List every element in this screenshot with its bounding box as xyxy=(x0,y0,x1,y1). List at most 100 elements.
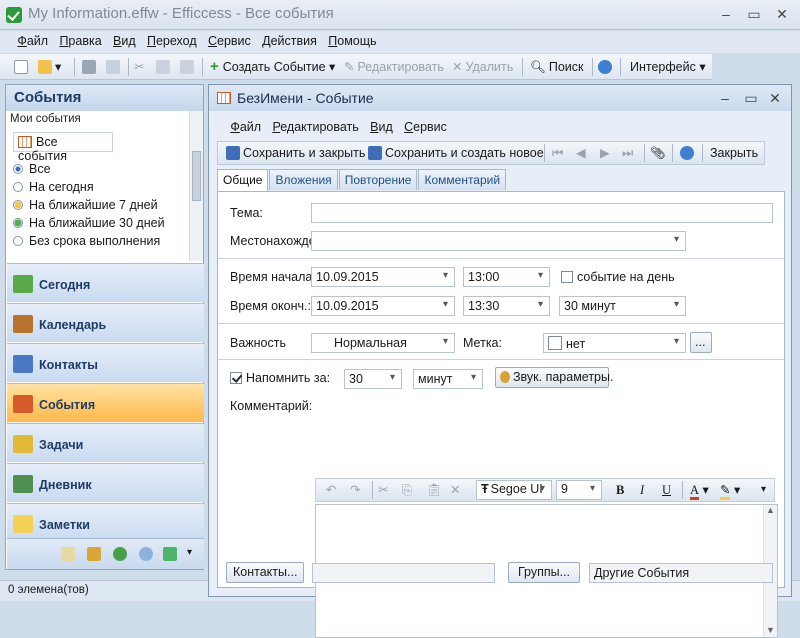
contacts-field[interactable] xyxy=(312,563,495,583)
event-menu-tools[interactable]: Сервис xyxy=(400,117,451,137)
nav-contacts[interactable]: Контакты xyxy=(7,343,204,382)
nav-calendar[interactable]: Календарь xyxy=(7,303,204,342)
nav-today[interactable]: Сегодня xyxy=(7,263,204,302)
radio-icon xyxy=(13,236,23,246)
toolbar-options-icon[interactable]: ▾ xyxy=(761,480,766,500)
clear-icon[interactable]: ✕ xyxy=(450,480,460,500)
tab-general[interactable]: Общие xyxy=(217,169,269,192)
redo-icon[interactable]: ↷ xyxy=(350,480,360,500)
start-date-dropdown[interactable]: 10.09.2015 xyxy=(311,267,455,287)
first-record-icon[interactable]: ⏮ xyxy=(552,143,563,163)
cut-icon[interactable]: ✂ xyxy=(134,57,144,77)
tag-more-button[interactable]: ... xyxy=(690,332,712,353)
underline-button[interactable]: U xyxy=(662,480,671,500)
all-events-item[interactable]: Все события xyxy=(13,132,113,163)
print-preview-icon[interactable] xyxy=(106,57,123,77)
groups-button[interactable]: Группы... xyxy=(508,562,580,583)
event-minimize-button[interactable]: – xyxy=(711,88,739,108)
event-menu-file[interactable]: Файл xyxy=(226,117,265,137)
attach-icon[interactable]: 📎︎ xyxy=(650,143,666,163)
refresh-icon[interactable] xyxy=(163,547,177,561)
tag-dropdown[interactable]: нет xyxy=(543,333,686,353)
subject-input[interactable] xyxy=(311,203,773,223)
highlight-icon[interactable]: ✎ ▾ xyxy=(720,480,740,500)
duration-dropdown[interactable]: 30 минут xyxy=(559,296,686,316)
sound-settings-button[interactable]: Звук. параметры. xyxy=(495,367,613,388)
tab-attachments[interactable]: Вложения xyxy=(269,169,338,190)
remind-checkbox[interactable]: Напомнить за: xyxy=(230,371,330,385)
font-name-dropdown[interactable]: Ŧ Segoe UI xyxy=(476,480,552,500)
remind-value-dropdown[interactable]: 30 xyxy=(344,369,402,389)
nav-tasks[interactable]: Задачи xyxy=(7,423,204,462)
copy-icon[interactable] xyxy=(156,57,173,77)
menu-file[interactable]: Файл xyxy=(13,31,52,51)
save-new-icon xyxy=(368,146,382,160)
font-size-dropdown[interactable]: 9 xyxy=(556,480,602,500)
delete-button[interactable]: ✕ Удалить xyxy=(452,57,513,77)
start-time-dropdown[interactable]: 13:00 xyxy=(463,267,550,287)
maximize-button[interactable]: ▭ xyxy=(740,4,768,24)
prev-record-icon[interactable]: ◀ xyxy=(576,143,586,163)
close-button[interactable]: ✕ xyxy=(768,4,796,24)
print-icon[interactable] xyxy=(82,57,99,77)
sidebar-scrollbar[interactable] xyxy=(189,111,203,261)
contacts-button[interactable]: Контакты... xyxy=(226,562,304,583)
menu-edit[interactable]: Правка xyxy=(55,31,105,51)
bold-button[interactable]: B xyxy=(616,480,624,500)
menu-help[interactable]: Помощь xyxy=(324,31,380,51)
nav-diary[interactable]: Дневник xyxy=(7,463,204,502)
open-folder-icon[interactable]: ▾ xyxy=(38,57,61,77)
notes-small-icon[interactable] xyxy=(61,547,75,561)
end-date-dropdown[interactable]: 10.09.2015 xyxy=(311,296,455,316)
key-icon[interactable] xyxy=(87,547,101,561)
menu-tools[interactable]: Сервис xyxy=(204,31,255,51)
nav-events[interactable]: События xyxy=(7,383,204,422)
event-menu-edit[interactable]: Редактировать xyxy=(268,117,362,137)
location-dropdown[interactable] xyxy=(311,231,686,251)
next-record-icon[interactable]: ▶ xyxy=(600,143,610,163)
nav-notes[interactable]: Заметки xyxy=(7,503,204,542)
tab-recurrence[interactable]: Повторение xyxy=(338,169,418,190)
end-time-dropdown[interactable]: 13:30 xyxy=(463,296,550,316)
paste-icon[interactable]: 📋︎ xyxy=(426,480,442,500)
create-event-button[interactable]: + Создать Событие ▾ xyxy=(210,57,335,77)
menu-actions[interactable]: Действия xyxy=(258,31,321,51)
save-new-button[interactable]: Сохранить и создать новое xyxy=(368,143,544,163)
menu-view[interactable]: Вид xyxy=(109,31,140,51)
filter-7-days[interactable]: На ближайшие 7 дней xyxy=(13,198,158,216)
interface-button[interactable]: Интерфейс ▾ xyxy=(630,57,706,77)
remind-unit-dropdown[interactable]: минут xyxy=(413,369,483,389)
groups-field[interactable]: Другие События xyxy=(589,563,773,583)
help-icon[interactable] xyxy=(680,143,697,163)
undo-icon[interactable]: ↶ xyxy=(326,480,336,500)
checkbox-icon xyxy=(561,271,573,283)
all-day-checkbox[interactable]: событие на день xyxy=(561,270,675,284)
search-button[interactable]: 🔍︎ Поиск xyxy=(530,57,584,77)
event-menu-view[interactable]: Вид xyxy=(366,117,397,137)
help-icon[interactable] xyxy=(598,57,615,77)
save-close-button[interactable]: Сохранить и закрыть xyxy=(226,143,365,163)
minimize-button[interactable]: – xyxy=(712,4,740,24)
menu-go[interactable]: Переход xyxy=(143,31,201,51)
filter-no-due[interactable]: Без срока выполнения xyxy=(13,234,160,252)
tab-comment[interactable]: Комментарий xyxy=(418,169,507,190)
importance-dropdown[interactable]: Нормальная xyxy=(311,333,455,353)
close-event-button[interactable]: Закрыть xyxy=(710,143,758,163)
edit-button[interactable]: ✎ Редактировать xyxy=(344,57,444,77)
filter-30-days[interactable]: На ближайшие 30 дней xyxy=(13,216,165,234)
filter-all[interactable]: Все xyxy=(13,162,51,180)
last-record-icon[interactable]: ⏭ xyxy=(622,143,633,163)
tag-label: Метка: xyxy=(463,336,502,350)
scroll-thumb[interactable] xyxy=(192,151,201,201)
italic-button[interactable]: I xyxy=(640,480,644,500)
globe-icon[interactable] xyxy=(113,547,127,561)
new-icon[interactable] xyxy=(14,57,31,77)
chevron-down-icon[interactable]: ▾ xyxy=(187,547,192,558)
filter-today[interactable]: На сегодня xyxy=(13,180,94,198)
search-small-icon[interactable] xyxy=(139,547,153,561)
copy-icon[interactable]: ⎘ xyxy=(402,480,412,500)
paste-icon[interactable] xyxy=(180,57,197,77)
font-color-icon[interactable]: A ▾ xyxy=(690,480,709,500)
cut-icon[interactable]: ✂ xyxy=(378,480,388,500)
event-close-button[interactable]: ✕ xyxy=(761,88,789,108)
